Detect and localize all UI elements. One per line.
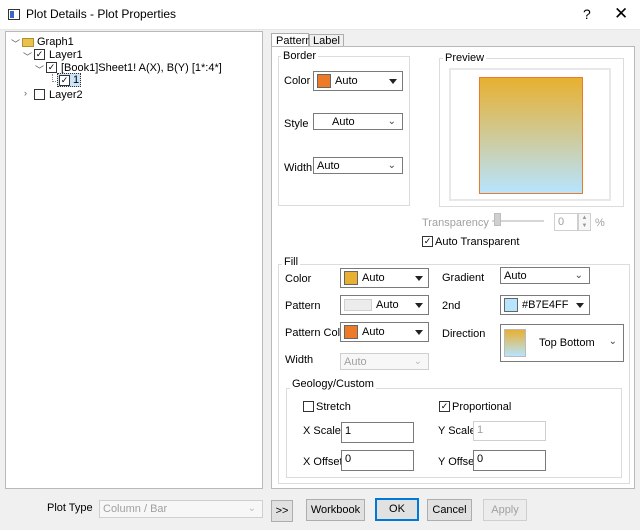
color-swatch — [344, 271, 358, 285]
transparency-input[interactable]: 0 — [554, 213, 578, 231]
gradient-label: Gradient — [442, 272, 485, 284]
border-style-label: Style — [284, 118, 309, 130]
proportional-label: Proportional — [452, 401, 512, 413]
dropdown-arrow-icon — [389, 79, 397, 84]
chevron-down-icon[interactable]: ﹀ — [35, 63, 44, 76]
tree-node-layer1[interactable]: Layer1 — [49, 49, 83, 61]
fill-width-dropdown[interactable]: Auto ⌄ — [340, 353, 429, 370]
preview-title: Preview — [443, 52, 487, 64]
transparency-spinner[interactable]: ▲ ▼ — [578, 213, 591, 231]
transparency-unit: % — [595, 217, 605, 229]
x-scale-input[interactable]: 1 — [341, 422, 414, 443]
preview-canvas — [449, 68, 611, 201]
fill-color-label: Color — [285, 273, 312, 285]
stretch-checkbox[interactable] — [303, 401, 314, 412]
y-offset-label: Y Offset — [438, 456, 478, 468]
auto-transparent-checkbox[interactable]: ✓ — [422, 236, 433, 247]
chevron-right-icon[interactable]: › — [24, 88, 27, 98]
stretch-label: Stretch — [316, 401, 351, 413]
fill-pattern-dropdown[interactable]: Auto — [340, 295, 429, 315]
transparency-slider-thumb[interactable] — [494, 213, 501, 226]
plot-tree[interactable]: ﹀ Graph1 ﹀ ✓ Layer1 ﹀ ✓ [Book1]Sheet1! A… — [5, 31, 263, 489]
direction-label: Direction — [442, 328, 486, 340]
color-swatch — [317, 74, 331, 88]
fill-group-title: Fill — [282, 256, 301, 268]
direction-preview-icon — [504, 329, 526, 357]
fill-pattern-label: Pattern — [285, 300, 321, 312]
proportional-checkbox[interactable]: ✓ — [439, 401, 450, 412]
transparency-label: Transparency — [422, 217, 489, 229]
border-color-label: Color — [284, 75, 311, 87]
workbook-button[interactable]: Workbook — [306, 499, 365, 521]
apply-button[interactable]: Apply — [483, 499, 527, 521]
border-width-dropdown[interactable]: Auto ⌄ — [313, 157, 403, 174]
pattern-panel: Border Color Auto Style Auto ⌄ Width Aut… — [271, 46, 635, 489]
more-button[interactable]: >> — [271, 500, 293, 522]
plot-type-dropdown[interactable]: Column / Bar ⌄ — [99, 500, 263, 518]
second-color-label: 2nd — [442, 300, 461, 312]
cancel-button[interactable]: Cancel — [427, 499, 472, 521]
plot-checkbox[interactable]: ✓ — [46, 62, 57, 73]
y-scale-input[interactable]: 1 — [473, 421, 546, 441]
x-offset-label: X Offset — [303, 456, 343, 468]
auto-transparent-label: Auto Transparent — [435, 236, 520, 248]
tab-pattern[interactable]: Pattern — [271, 33, 311, 47]
chevron-down-icon: ⌄ — [413, 356, 422, 367]
x-offset-input[interactable]: 0 — [341, 450, 414, 471]
gradient-dropdown[interactable]: Auto ⌄ — [500, 267, 590, 284]
chevron-down-icon: ⌄ — [387, 160, 396, 171]
fill-width-label: Width — [285, 354, 314, 366]
fill-color-dropdown[interactable]: Auto — [340, 268, 429, 288]
help-icon[interactable]: ? — [583, 6, 591, 22]
second-color-dropdown[interactable]: #B7E4FF — [500, 295, 590, 315]
border-group-title: Border — [281, 50, 319, 62]
geology-group-title: Geology/Custom — [290, 378, 376, 390]
border-color-dropdown[interactable]: Auto — [313, 71, 403, 91]
dropdown-arrow-icon — [415, 303, 423, 308]
point-checkbox[interactable]: ✓ — [59, 75, 70, 86]
chevron-down-icon: ⌄ — [247, 503, 256, 514]
fill-pattern-color-dropdown[interactable]: Auto — [340, 322, 429, 342]
color-swatch — [504, 298, 518, 312]
dropdown-arrow-icon — [415, 276, 423, 281]
y-offset-input[interactable]: 0 — [473, 450, 546, 471]
dropdown-arrow-icon — [576, 303, 584, 308]
x-scale-label: X Scale — [303, 425, 341, 437]
tree-node-plot[interactable]: [Book1]Sheet1! A(X), B(Y) [1*:4*] — [61, 62, 222, 74]
preview-bar — [479, 77, 583, 194]
direction-dropdown[interactable]: Top Bottom ⌄ — [500, 324, 624, 362]
app-icon — [8, 9, 20, 20]
window-title: Plot Details - Plot Properties — [26, 7, 177, 21]
layer2-checkbox[interactable] — [34, 89, 45, 100]
chevron-down-icon: ⌄ — [608, 336, 617, 347]
tree-node-point[interactable]: 1 — [73, 74, 79, 86]
pattern-swatch — [344, 299, 372, 311]
plot-type-label: Plot Type — [47, 502, 93, 514]
title-bar: Plot Details - Plot Properties ? ✕ — [0, 0, 640, 30]
tree-node-layer2[interactable]: Layer2 — [49, 89, 83, 101]
dropdown-arrow-icon — [415, 330, 423, 335]
border-style-dropdown[interactable]: Auto ⌄ — [313, 113, 403, 130]
ok-button[interactable]: OK — [375, 498, 419, 521]
chevron-down-icon: ⌄ — [387, 116, 396, 127]
tree-node-graph1[interactable]: Graph1 — [37, 36, 74, 48]
color-swatch — [344, 325, 358, 339]
chevron-down-icon[interactable]: ﹀ — [23, 50, 32, 63]
y-scale-label: Y Scale — [438, 425, 476, 437]
folder-icon — [22, 38, 34, 47]
close-icon[interactable]: ✕ — [614, 4, 628, 24]
chevron-down-icon[interactable]: ﹀ — [11, 37, 20, 50]
layer1-checkbox[interactable]: ✓ — [34, 49, 45, 60]
border-width-label: Width — [284, 162, 313, 174]
chevron-down-icon: ⌄ — [574, 270, 583, 281]
